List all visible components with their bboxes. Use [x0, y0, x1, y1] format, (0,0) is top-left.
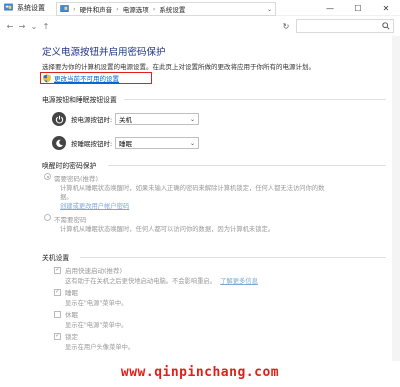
sleep-button-select[interactable]: 睡眠 ⌄ [115, 137, 199, 149]
sleep-button-value: 睡眠 [119, 140, 132, 148]
power-button-label: 按电源按钮时: [71, 116, 113, 124]
change-settings-link[interactable]: 更改当前不可用的设置 [40, 72, 152, 84]
maximize-button[interactable]: ☐ [344, 0, 372, 16]
section-divider [124, 99, 386, 100]
sleep-icon [52, 136, 66, 150]
breadcrumb-item[interactable]: 系统设置 [159, 4, 185, 14]
section-heading: 电源按钮和睡眠按钮设置 [42, 96, 117, 104]
lock-label: 锁定 [65, 333, 78, 341]
chevron-right-icon: › [73, 5, 76, 13]
close-button[interactable]: ✕ [372, 0, 400, 16]
hibernate-description: 显示在"电源"菜单中。 [65, 322, 128, 329]
window-controls: — ☐ ✕ [316, 0, 400, 16]
require-password-description: 计算机从睡眠状态唤醒时，如果未输入正确的密码来解除计算机锁定，任何人都无法访问你… [60, 185, 325, 201]
power-button-row: 按电源按钮时: 关机 ⌄ [52, 112, 199, 126]
sleep-button-label: 按睡眠按钮时: [71, 140, 113, 148]
no-password-label: 不需要密码 [54, 216, 87, 224]
breadcrumb-item[interactable]: 硬件和声音 [80, 4, 113, 14]
sleep-label: 睡眠 [65, 289, 78, 297]
watermark: www.qinpinchang.com [120, 364, 280, 380]
fast-startup-description: 这有助于在关机之后更快地启动电脑。不会影响重启。 了解更多信息 [65, 276, 258, 285]
no-password-option[interactable]: 不需要密码 [44, 214, 87, 224]
section-divider [108, 165, 386, 166]
back-icon[interactable]: ← [4, 19, 16, 33]
fast-startup-option[interactable]: ✓ 启用快速启动(推荐) [54, 265, 122, 275]
section-divider [80, 257, 386, 258]
checkbox-checked[interactable]: ✓ [54, 332, 61, 340]
minimize-button[interactable]: — [316, 0, 344, 16]
breadcrumb[interactable]: › 硬件和声音 › 电源选项 › 系统设置 ⌄ [56, 2, 276, 16]
sleep-button-row: 按睡眠按钮时: 睡眠 ⌄ [52, 136, 199, 150]
search-icon [382, 22, 390, 30]
require-password-option[interactable]: 需要密码(推荐) [44, 173, 98, 183]
sleep-option[interactable]: ✓ 睡眠 [54, 287, 78, 297]
power-button-select[interactable]: 关机 ⌄ [115, 113, 199, 125]
create-password-link[interactable]: 创建或更改用户帐户密码 [60, 201, 129, 210]
fast-startup-label: 启用快速启动(推荐) [65, 267, 123, 275]
lock-description: 显示在用户头像菜单中。 [65, 344, 135, 351]
control-panel-icon [4, 3, 13, 11]
power-icon [52, 112, 66, 126]
sleep-description: 显示在"电源"菜单中。 [65, 300, 128, 307]
search-input[interactable] [296, 19, 394, 33]
chevron-right-icon: › [116, 5, 119, 13]
chevron-down-icon: ⌄ [189, 139, 195, 147]
require-password-label: 需要密码(推荐) [54, 175, 99, 183]
chevron-down-icon[interactable]: ⌄ [267, 6, 272, 13]
learn-more-link[interactable]: 了解更多信息 [220, 278, 258, 285]
no-password-description: 计算机从睡眠状态唤醒时，任何人都可以访问你的数据，因为计算机未锁定。 [60, 226, 275, 233]
up-icon[interactable]: ↑ [40, 19, 52, 33]
checkbox-checked[interactable]: ✓ [54, 288, 61, 296]
section-heading: 关机设置 [42, 254, 70, 262]
recent-locations-icon[interactable]: ⌄ [28, 19, 40, 33]
breadcrumb-item[interactable]: 电源选项 [123, 4, 149, 14]
change-settings-label[interactable]: 更改当前不可用的设置 [54, 73, 119, 83]
radio-unselected[interactable] [44, 214, 51, 221]
fast-startup-desc-text: 这有助于在关机之后更快地启动电脑。不会影响重启。 [65, 278, 217, 285]
chevron-down-icon: ⌄ [189, 115, 195, 123]
main-content: 定义电源按钮并启用密码保护 选择要为你的计算机设置的电源设置。在此页上对设置所做… [0, 36, 400, 387]
refresh-icon[interactable]: ↻ [280, 19, 292, 33]
forward-icon[interactable]: → [16, 19, 28, 33]
page-description: 选择要为你的计算机设置的电源设置。在此页上对设置所做的更改将应用于你所有的电源计… [42, 63, 315, 71]
hibernate-label: 休眠 [65, 311, 78, 319]
hibernate-option[interactable]: 休眠 [54, 309, 78, 319]
power-button-value: 关机 [119, 116, 132, 124]
checkbox-unchecked[interactable] [54, 310, 61, 318]
control-panel-icon [60, 5, 69, 12]
lock-option[interactable]: ✓ 锁定 [54, 331, 78, 341]
shield-icon [43, 74, 51, 82]
window-title: 系统设置 [17, 3, 45, 12]
section-heading: 唤醒时的密码保护 [42, 162, 97, 170]
chevron-right-icon: › [152, 5, 156, 13]
page-title: 定义电源按钮并启用密码保护 [42, 47, 166, 58]
radio-selected[interactable] [44, 173, 51, 180]
checkbox-checked[interactable]: ✓ [54, 266, 61, 274]
